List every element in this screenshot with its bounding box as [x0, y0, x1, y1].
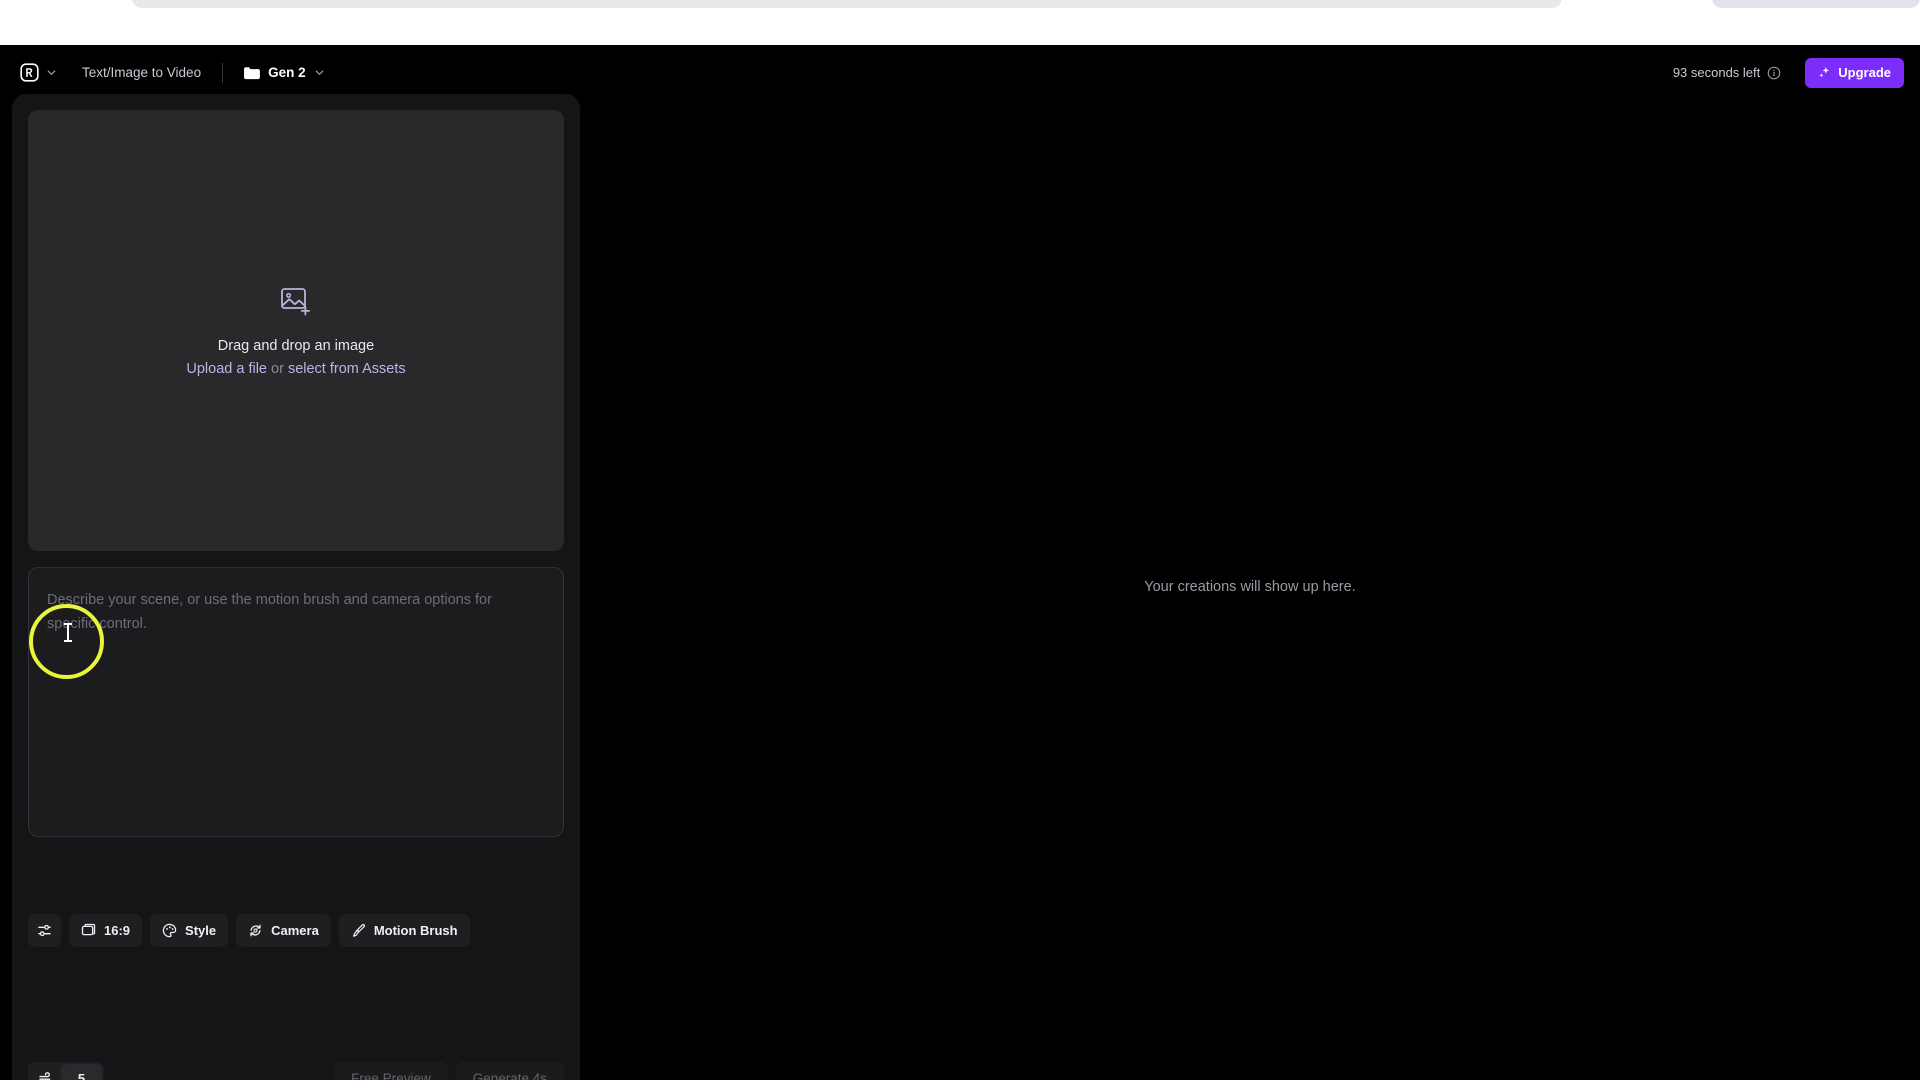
camera-rotate-icon — [248, 923, 263, 938]
upload-file-link[interactable]: Upload a file — [186, 361, 267, 377]
upgrade-button-label: Upgrade — [1838, 65, 1891, 80]
dropzone-or-text: or — [267, 360, 288, 377]
app-window: Text/Image to Video Gen 2 93 seconds lef… — [0, 45, 1920, 1080]
top-bar-right: 93 seconds left Upgrade — [1673, 45, 1904, 100]
style-label: Style — [185, 923, 217, 938]
upgrade-button[interactable]: Upgrade — [1805, 57, 1904, 88]
creations-empty-message: Your creations will show up here. — [1144, 579, 1356, 595]
composer-toolbar: 16:9 Style Camera Motion Brush — [28, 914, 470, 947]
aspect-ratio-label: 16:9 — [104, 923, 131, 938]
sparkle-icon — [1818, 66, 1831, 79]
motion-brush-button[interactable]: Motion Brush — [338, 914, 470, 947]
composer-bottom-bar: 5 Free Preview Generate 4s — [12, 1044, 580, 1080]
settings-button[interactable] — [28, 914, 61, 947]
free-preview-button[interactable]: Free Preview — [334, 1062, 448, 1080]
palette-icon — [162, 923, 177, 938]
dropzone-title: Drag and drop an image — [217, 337, 375, 354]
frame-icon — [81, 923, 96, 938]
browser-tab-strip — [132, 0, 1562, 8]
motion-brush-label: Motion Brush — [373, 923, 458, 938]
top-bar-left: Text/Image to Video Gen 2 — [0, 59, 331, 86]
dropzone-subtitle: Upload a file or select from Assets — [186, 361, 405, 377]
folder-selector[interactable]: Gen 2 — [237, 61, 331, 84]
generate-button[interactable]: Generate 4s — [455, 1062, 564, 1080]
camera-button[interactable]: Camera — [236, 914, 331, 947]
browser-toolbar-pill — [1712, 0, 1920, 8]
runway-logo-icon — [20, 63, 39, 82]
sliders-icon — [37, 923, 52, 938]
top-bar-divider — [222, 62, 224, 83]
select-from-assets-link[interactable]: select from Assets — [288, 361, 406, 377]
prompt-placeholder-text: Describe your scene, or use the motion b… — [47, 592, 492, 632]
style-button[interactable]: Style — [150, 914, 229, 947]
camera-label: Camera — [271, 923, 319, 938]
motion-amount-value[interactable]: 5 — [61, 1064, 102, 1080]
aspect-ratio-button[interactable]: 16:9 — [69, 914, 143, 947]
creations-canvas: Your creations will show up here. — [580, 94, 1920, 1080]
brush-icon — [351, 923, 366, 938]
top-bar: Text/Image to Video Gen 2 93 seconds lef… — [0, 45, 1920, 100]
runway-logo-button[interactable] — [14, 59, 63, 86]
wind-motion-icon — [30, 1062, 61, 1080]
motion-amount-control[interactable]: 5 — [28, 1062, 104, 1080]
composer-panel: Drag and drop an image Upload a file or … — [12, 94, 580, 1080]
folder-icon — [243, 66, 260, 80]
info-circle-icon[interactable] — [1760, 66, 1781, 80]
credits-remaining-label: 93 seconds left — [1672, 65, 1761, 80]
image-dropzone[interactable]: Drag and drop an image Upload a file or … — [28, 110, 564, 551]
screen-root: Text/Image to Video Gen 2 93 seconds lef… — [0, 0, 1920, 1080]
generate-actions: Free Preview Generate 4s — [334, 1062, 564, 1080]
mode-link-text-image-to-video[interactable]: Text/Image to Video — [75, 60, 208, 85]
logo-chevron-down-icon — [46, 67, 57, 78]
browser-chrome-strip — [0, 0, 1920, 45]
folder-chevron-down-icon — [314, 67, 325, 78]
prompt-textarea[interactable]: Describe your scene, or use the motion b… — [28, 567, 564, 837]
image-plus-icon — [279, 285, 313, 338]
folder-name-label: Gen 2 — [268, 65, 306, 80]
